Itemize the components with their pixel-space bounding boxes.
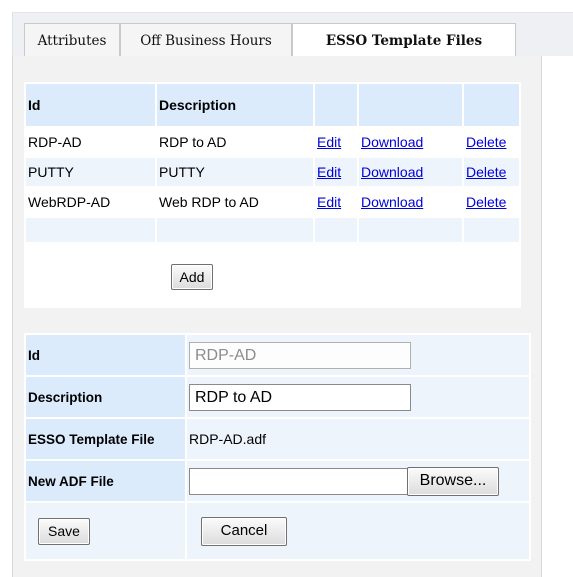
id-field: RDP-AD [189, 341, 411, 369]
edit-link[interactable]: Edit [317, 194, 341, 210]
header-id: Id [26, 84, 155, 126]
table-row: RDP-AD RDP to AD Edit Download Delete [26, 128, 519, 156]
header-empty [464, 84, 519, 126]
cell-id: WebRDP-AD [28, 194, 111, 210]
delete-link[interactable]: Delete [466, 164, 506, 180]
download-link[interactable]: Download [361, 164, 423, 180]
edit-link[interactable]: Edit [317, 134, 341, 150]
add-row: Add [26, 244, 519, 306]
cell-id: RDP-AD [28, 134, 82, 150]
form-row-id: Id RDP-AD [26, 335, 529, 375]
form-buttons-row: Save Cancel [26, 503, 529, 559]
description-field[interactable]: RDP to AD [189, 383, 411, 411]
browse-button[interactable]: Browse... [407, 466, 499, 496]
form-row-new-adf: New ADF File Browse... [26, 461, 529, 501]
header-empty [315, 84, 357, 126]
cell-id: PUTTY [26, 158, 155, 186]
download-link[interactable]: Download [361, 134, 423, 150]
table-row: WebRDP-AD Web RDP to AD Edit Download De… [26, 188, 519, 216]
add-button[interactable]: Add [171, 264, 213, 290]
tab-bar: Attributes Off Business Hours ESSO Templ… [12, 12, 573, 58]
cell-description: RDP to AD [159, 134, 227, 150]
new-adf-file-input[interactable] [189, 467, 409, 495]
empty-row [26, 218, 519, 242]
new-adf-file-label: New ADF File [26, 461, 185, 501]
tab-esso-template-files[interactable]: ESSO Template Files [292, 23, 516, 58]
header-empty [359, 84, 462, 126]
save-button[interactable]: Save [38, 517, 90, 545]
table-row: PUTTY PUTTY Edit Download Delete [26, 158, 519, 186]
template-files-table: Id Description RDP-AD RDP to AD Edit Dow… [24, 82, 521, 308]
tab-off-business-hours[interactable]: Off Business Hours [120, 23, 292, 57]
header-description: Description [157, 84, 313, 126]
top-strip [0, 0, 573, 12]
tab-attributes[interactable]: Attributes [24, 23, 120, 57]
delete-link[interactable]: Delete [466, 194, 506, 210]
cell-description: Web RDP to AD [159, 194, 259, 210]
form-row-description: Description RDP to AD [26, 377, 529, 417]
description-label: Description [26, 377, 185, 417]
cell-description: PUTTY [157, 158, 313, 186]
template-file-value: RDP-AD.adf [187, 419, 529, 459]
form-row-template-file: ESSO Template File RDP-AD.adf [26, 419, 529, 459]
table-header-row: Id Description [26, 84, 519, 126]
edit-link[interactable]: Edit [317, 164, 341, 180]
template-edit-form: Id RDP-AD Description RDP to AD ESSO Tem… [24, 333, 531, 561]
template-file-label: ESSO Template File [26, 419, 185, 459]
id-label: Id [26, 335, 185, 375]
delete-link[interactable]: Delete [466, 134, 506, 150]
download-link[interactable]: Download [361, 194, 423, 210]
cancel-button[interactable]: Cancel [201, 516, 287, 546]
